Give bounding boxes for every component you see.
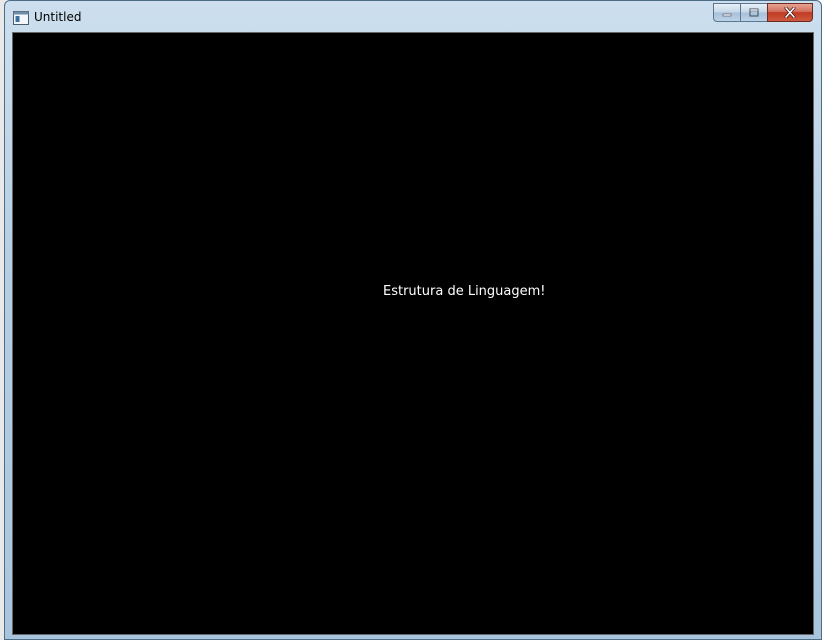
application-window-icon[interactable]: [13, 10, 29, 25]
close-button[interactable]: [767, 3, 813, 22]
maximize-button[interactable]: [740, 3, 767, 22]
minimize-button[interactable]: [713, 3, 740, 22]
title-bar[interactable]: Untitled: [5, 1, 821, 31]
minimize-icon: [722, 9, 732, 17]
render-canvas[interactable]: Estrutura de Linguagem!: [12, 32, 814, 635]
window-title: Untitled: [34, 10, 82, 24]
app-window: Untitled Estrutura de Linguagem!: [4, 0, 822, 640]
canvas-message: Estrutura de Linguagem!: [383, 284, 546, 299]
maximize-icon: [749, 8, 759, 17]
close-icon: [784, 7, 796, 18]
caption-buttons: [713, 3, 813, 25]
